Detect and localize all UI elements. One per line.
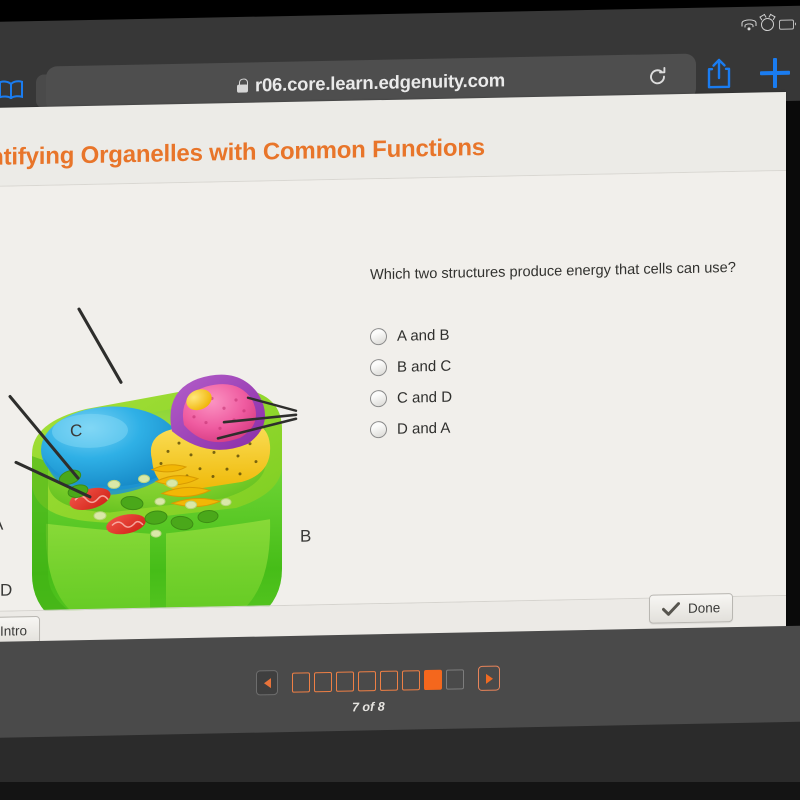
check-icon xyxy=(662,601,680,616)
page-dot-8[interactable] xyxy=(446,668,464,690)
choice-label-1: B and C xyxy=(397,357,452,376)
choice-label-2: C and D xyxy=(397,388,453,407)
done-label: Done xyxy=(688,600,721,616)
page-dot-1[interactable] xyxy=(292,671,310,693)
wifi-icon xyxy=(741,19,756,31)
plus-icon[interactable] xyxy=(760,58,790,89)
question-text: Which two structures produce energy that… xyxy=(370,259,736,284)
battery-icon xyxy=(779,18,794,30)
answer-choices: A and B B and C C and D D and A xyxy=(370,315,700,446)
lock-icon xyxy=(236,78,248,93)
status-bar xyxy=(741,17,794,32)
reload-icon[interactable] xyxy=(647,66,668,87)
book-icon[interactable] xyxy=(0,80,24,100)
diagram-label-b: B xyxy=(300,526,312,546)
page-dot-2[interactable] xyxy=(314,671,332,692)
page-count-label: 7 of 8 xyxy=(352,699,385,715)
radio-button-2[interactable] xyxy=(370,389,387,408)
choice-label-0: A and B xyxy=(397,326,450,345)
radio-button-0[interactable] xyxy=(370,327,387,346)
diagram-label-a: A xyxy=(0,514,4,534)
page-dot-6[interactable] xyxy=(402,669,420,691)
device-photo: AA r06.core.learn.edgenuity.com entifyin… xyxy=(0,0,800,800)
choice-label-3: D and A xyxy=(397,419,451,438)
lesson-page: entifying Organelles with Common Functio… xyxy=(0,91,786,649)
intro-label: Intro xyxy=(0,623,28,639)
radio-button-3[interactable] xyxy=(370,420,387,439)
page-indicator-strip xyxy=(256,665,500,696)
alarm-icon xyxy=(761,17,774,32)
page-dot-7[interactable] xyxy=(424,669,442,690)
triangle-left-icon xyxy=(263,677,271,688)
prev-page-button[interactable] xyxy=(256,670,278,696)
content-area: C A B D Which two structures produce ene… xyxy=(0,170,786,649)
page-dot-4[interactable] xyxy=(358,670,376,691)
plant-cell-diagram: C A B D xyxy=(0,268,336,649)
triangle-right-icon xyxy=(485,673,493,684)
device-bottom-edge xyxy=(0,782,800,800)
next-page-button[interactable] xyxy=(478,665,500,691)
done-button[interactable]: Done xyxy=(649,592,734,624)
page-dot-5[interactable] xyxy=(380,670,398,691)
choice-option-3[interactable]: D and A xyxy=(370,408,700,446)
diagram-label-d: D xyxy=(0,580,13,600)
page-dot-3[interactable] xyxy=(336,670,354,692)
diagram-label-c: C xyxy=(70,421,83,441)
page-title: entifying Organelles with Common Functio… xyxy=(0,133,485,172)
radio-button-1[interactable] xyxy=(370,358,387,377)
url-text: r06.core.learn.edgenuity.com xyxy=(254,69,506,96)
share-icon[interactable] xyxy=(705,56,733,91)
